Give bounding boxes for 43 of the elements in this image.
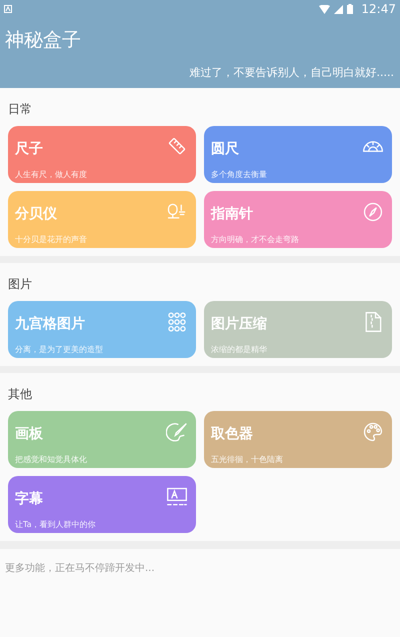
card-subtitle: 方向明确，才不会走弯路 bbox=[211, 234, 299, 246]
subtitle-screen-icon bbox=[166, 486, 188, 508]
card-title: 字幕 bbox=[15, 490, 43, 508]
card-subtitle: 分离，是为了更美的造型 bbox=[15, 344, 103, 356]
footer-note: 更多功能，正在马不停蹄开发中... bbox=[5, 562, 156, 576]
palette-icon bbox=[362, 421, 384, 443]
tool-card[interactable]: 尺子 人生有尺，做人有度 bbox=[8, 126, 196, 183]
card-title: 指南针 bbox=[211, 205, 253, 223]
card-title: 取色器 bbox=[211, 425, 253, 443]
app-subtitle: 难过了，不要告诉别人，自己明白就好..... bbox=[190, 64, 395, 80]
palette-brush-icon bbox=[166, 421, 188, 443]
card-title: 画板 bbox=[15, 425, 43, 443]
tool-card[interactable]: 指南针 方向明确，才不会走弯路 bbox=[204, 191, 392, 248]
card-subtitle: 浓缩的都是精华 bbox=[211, 344, 267, 356]
tool-card[interactable]: 圆尺 多个角度去衡量 bbox=[204, 126, 392, 183]
card-subtitle: 让Ta，看到人群中的你 bbox=[15, 519, 96, 531]
card-title: 尺子 bbox=[15, 140, 43, 158]
tool-card[interactable]: 字幕 让Ta，看到人群中的你 bbox=[8, 476, 196, 533]
section-heading: 其他 bbox=[8, 386, 33, 403]
section-heading: 图片 bbox=[8, 276, 33, 293]
tool-card[interactable]: 分贝仪 十分贝是花开的声音 bbox=[8, 191, 196, 248]
card-subtitle: 多个角度去衡量 bbox=[211, 169, 267, 181]
tool-card[interactable]: 取色器 五光徘徊，十色陆离 bbox=[204, 411, 392, 468]
section-heading: 日常 bbox=[8, 101, 33, 118]
battery-icon bbox=[347, 4, 354, 14]
tool-card[interactable]: 九宫格图片 分离，是为了更美的造型 bbox=[8, 301, 196, 358]
signal-icon bbox=[334, 4, 344, 14]
card-title: 圆尺 bbox=[211, 140, 239, 158]
grid-icon bbox=[166, 311, 188, 333]
clock: 12:47 bbox=[361, 1, 396, 18]
tool-card[interactable]: 图片压缩 浓缩的都是精华 bbox=[204, 301, 392, 358]
app-title: 神秘盒子 bbox=[4, 28, 82, 53]
card-title: 九宫格图片 bbox=[15, 315, 85, 333]
card-subtitle: 人生有尺，做人有度 bbox=[15, 169, 87, 181]
card-subtitle: 五光徘徊，十色陆离 bbox=[211, 454, 283, 466]
card-subtitle: 十分贝是花开的声音 bbox=[15, 234, 87, 246]
card-title: 分贝仪 bbox=[15, 205, 57, 223]
card-subtitle: 把感觉和知觉具体化 bbox=[15, 454, 87, 466]
notification-icon bbox=[4, 5, 12, 13]
tool-card[interactable]: 画板 把感觉和知觉具体化 bbox=[8, 411, 196, 468]
compass-icon bbox=[362, 201, 384, 223]
card-title: 图片压缩 bbox=[211, 315, 267, 333]
wifi-icon bbox=[319, 4, 330, 14]
